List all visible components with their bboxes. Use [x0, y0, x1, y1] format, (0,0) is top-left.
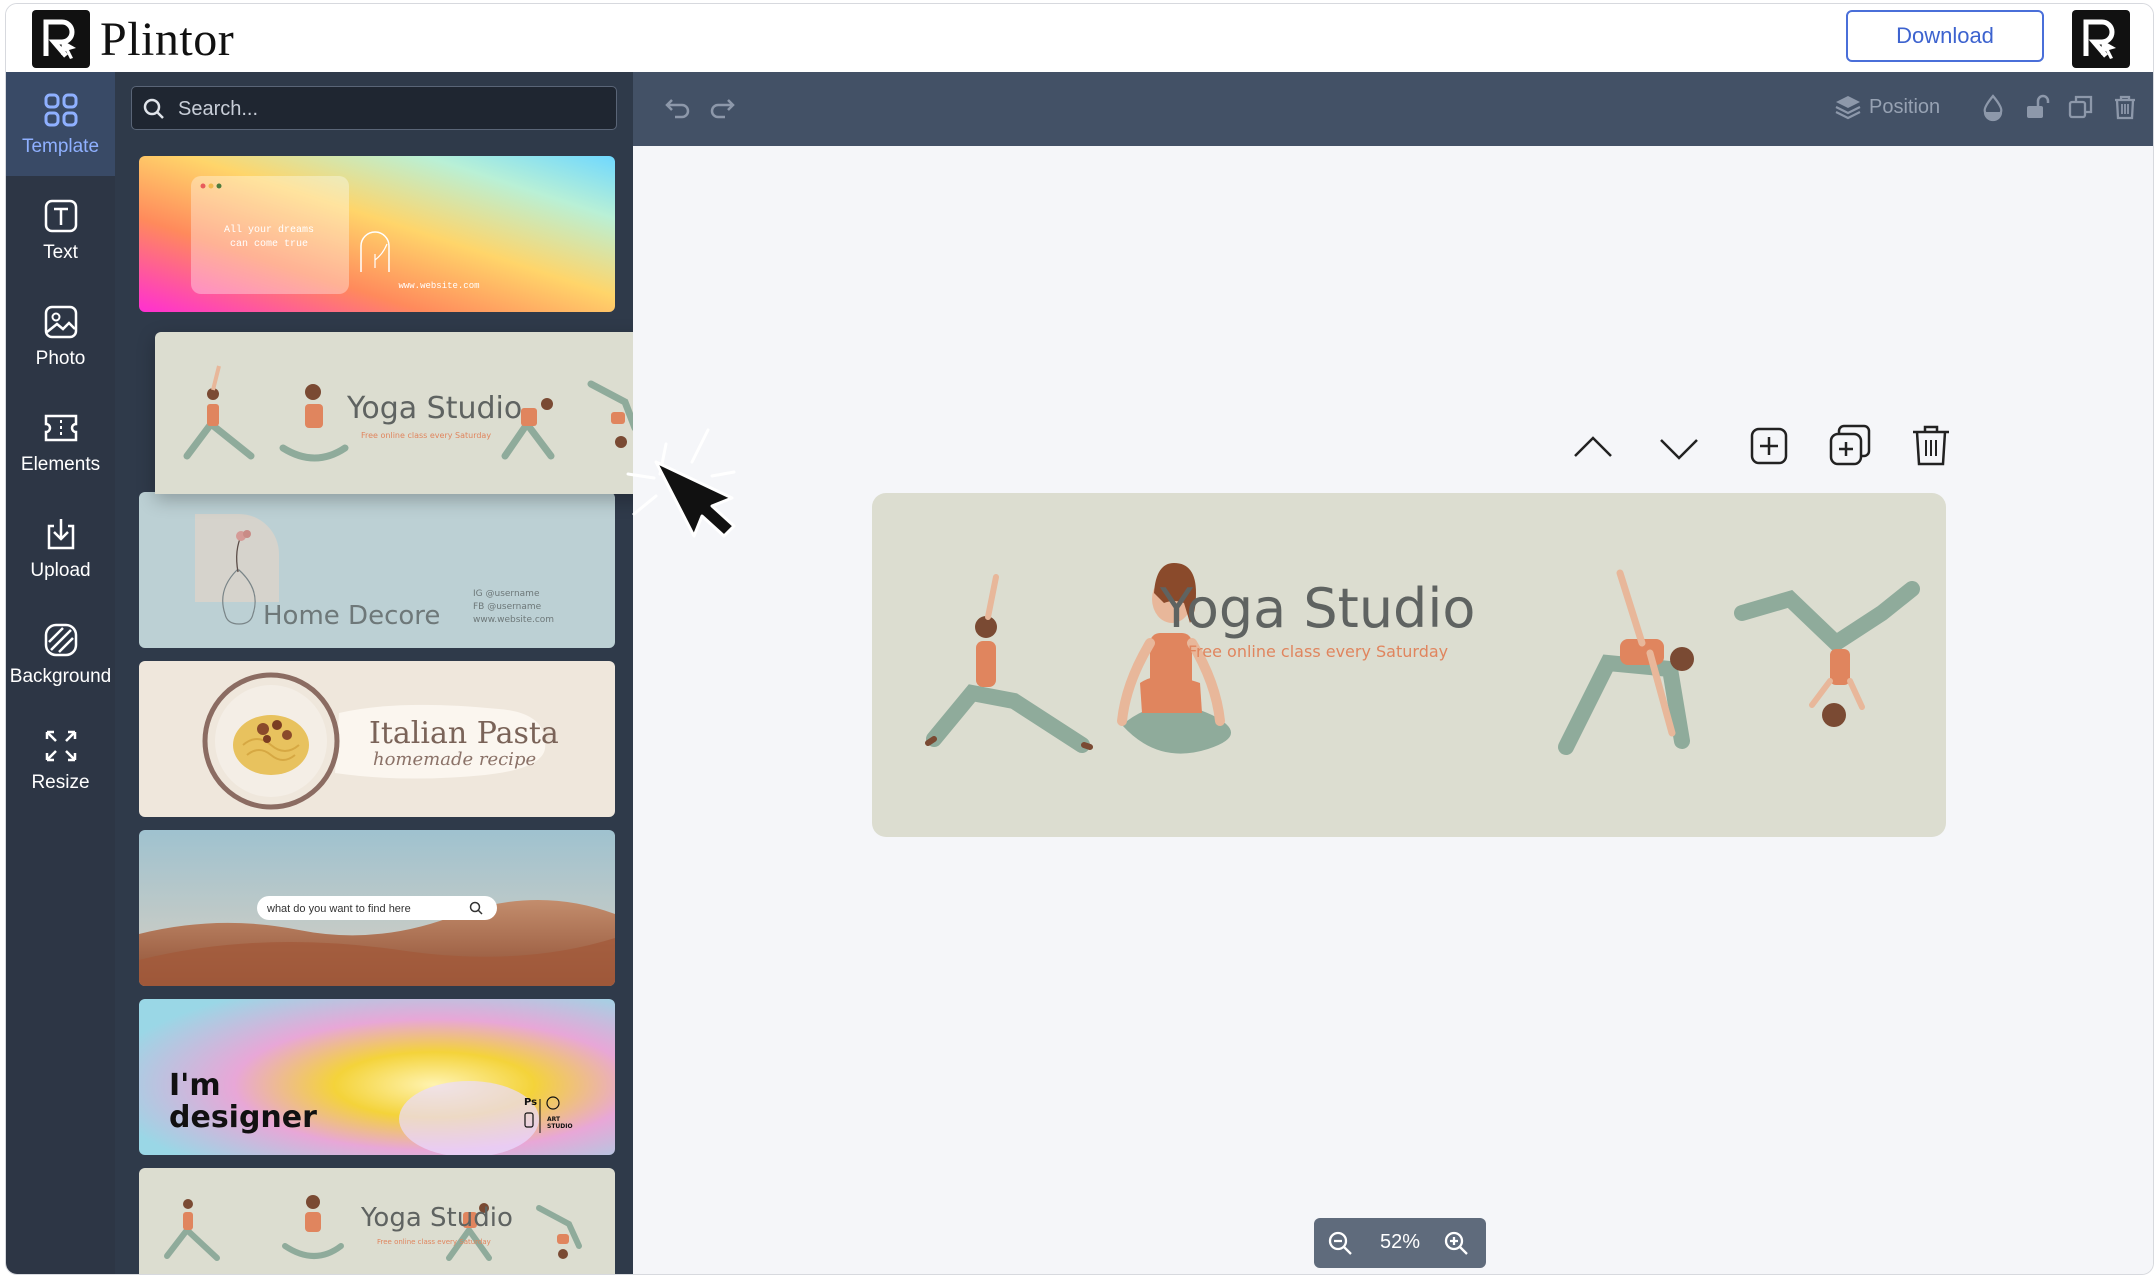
template-text: All your dreams — [224, 224, 314, 236]
redo-icon — [710, 99, 735, 119]
template-text: FB @username — [473, 602, 542, 612]
template-text: what do you want to find here — [266, 903, 411, 915]
yoga-figure-headstand — [1734, 581, 1920, 727]
account-logo-icon[interactable] — [2072, 10, 2130, 68]
undo-icon — [665, 99, 690, 119]
move-down-button[interactable] — [1657, 426, 1701, 475]
rail-item-background[interactable]: Background — [6, 602, 115, 702]
chevron-up-icon — [1574, 436, 1612, 457]
grid-icon — [44, 93, 77, 127]
duplicate-page-button[interactable] — [1827, 422, 1873, 473]
download-button[interactable]: Download — [1846, 10, 2044, 62]
template-text: www.website.com — [473, 615, 554, 625]
template-text: Free online class every Saturday — [361, 431, 491, 440]
zoom-in-icon — [1444, 1231, 1468, 1255]
move-up-button[interactable] — [1571, 426, 1615, 475]
app-window: Plintor Download Template Text Photo Ele… — [5, 3, 2154, 1275]
template-yoga-studio-hover[interactable]: Yoga Studio Free online class every Satu… — [155, 332, 681, 494]
duplicate-button[interactable] — [2066, 92, 2096, 126]
droplet-icon — [1983, 94, 2003, 122]
lock-button[interactable] — [2022, 92, 2052, 126]
rail-label: Upload — [30, 560, 91, 581]
rail-label: Text — [43, 242, 78, 263]
rail-item-resize[interactable]: Resize — [6, 708, 115, 808]
layers-icon — [1835, 96, 1861, 120]
template-italian-pasta[interactable]: Italian Pasta homemade recipe — [139, 661, 615, 817]
position-button[interactable]: Position — [1833, 92, 1963, 126]
rail-label: Background — [9, 666, 112, 687]
template-text: Yoga Studio — [346, 391, 522, 426]
rail-item-upload[interactable]: Upload — [6, 496, 115, 596]
template-text: Ps — [524, 1097, 537, 1108]
delete-page-button[interactable] — [1909, 422, 1953, 473]
unlock-icon — [2027, 94, 2050, 118]
rail-item-template[interactable]: Template — [6, 72, 115, 176]
template-text: I'm — [169, 1068, 221, 1103]
template-text: STUDIO — [547, 1123, 573, 1130]
rail-label: Resize — [31, 772, 90, 793]
upload-icon — [47, 519, 74, 550]
zoom-out-button[interactable] — [1326, 1229, 1354, 1262]
template-text: homemade recipe — [373, 749, 536, 770]
template-designer[interactable]: I'm designer Ps ART STUDIO — [139, 999, 615, 1155]
chevron-down-icon — [1660, 439, 1698, 460]
canvas-subtitle[interactable]: Free online class every Saturday — [1188, 642, 1448, 661]
template-text: ART — [547, 1116, 561, 1123]
template-home-decore[interactable]: Home Decore IG @username FB @username ww… — [139, 492, 615, 648]
template-text: Free online class every Saturday — [377, 1238, 491, 1246]
design-canvas-yoga-studio[interactable]: Yoga Studio Free online class every Satu… — [872, 493, 1946, 837]
trash-page-icon — [1913, 425, 1949, 466]
add-page-button[interactable] — [1747, 424, 1791, 473]
rail-label: Elements — [20, 454, 101, 475]
template-yoga-studio-2[interactable]: Yoga Studio Free online class every Satu… — [139, 1168, 615, 1274]
trash-icon — [2115, 95, 2135, 120]
tool-rail: Template Text Photo Elements Upload Back… — [6, 72, 115, 1274]
template-text: Home Decore — [263, 601, 440, 631]
elements-icon — [44, 414, 77, 442]
background-icon — [44, 623, 77, 657]
yoga-figure-triangle — [1558, 569, 1694, 755]
template-text: designer — [169, 1100, 317, 1135]
template-text: Italian Pasta — [369, 716, 559, 751]
duplicate-icon — [2068, 95, 2093, 119]
plintor-logo-icon[interactable] — [32, 10, 90, 68]
search-input[interactable] — [176, 93, 610, 125]
template-desert-search[interactable]: what do you want to find here — [139, 830, 615, 986]
rail-label: Template — [21, 136, 100, 157]
top-bar: Plintor Download — [6, 4, 2153, 73]
rail-label: Photo — [35, 348, 86, 369]
image-icon — [44, 305, 77, 339]
redo-button[interactable] — [707, 92, 737, 126]
canvas-area: Yoga Studio Free online class every Satu… — [633, 146, 2153, 1274]
rail-item-elements[interactable]: Elements — [6, 390, 115, 490]
zoom-control: 52% — [1314, 1218, 1486, 1268]
position-label: Position — [1869, 96, 1941, 118]
add-square-icon — [1750, 427, 1788, 465]
duplicate-page-icon — [1829, 424, 1871, 466]
template-text: can come true — [230, 239, 308, 250]
undo-button[interactable] — [663, 92, 693, 126]
canvas-title[interactable]: Yoga Studio — [1159, 577, 1475, 640]
delete-button[interactable] — [2110, 92, 2140, 126]
yoga-figure-warrior — [925, 574, 1093, 753]
rail-item-photo[interactable]: Photo — [6, 284, 115, 384]
app-name: Plintor — [100, 13, 235, 66]
search-icon — [143, 98, 164, 119]
search-box — [131, 86, 617, 130]
zoom-value: 52% — [1379, 1231, 1421, 1253]
transparency-button[interactable] — [1978, 92, 2008, 126]
zoom-in-button[interactable] — [1442, 1229, 1470, 1262]
text-icon — [44, 199, 77, 233]
template-text: www.website.com — [398, 281, 479, 291]
zoom-out-icon — [1328, 1231, 1352, 1255]
template-gradient-dreams[interactable]: All your dreams can come true www.websit… — [139, 156, 615, 312]
template-text: Yoga Studio — [360, 1203, 513, 1233]
pointer-cursor-icon — [626, 414, 736, 559]
resize-icon — [45, 730, 76, 762]
rail-item-text[interactable]: Text — [6, 178, 115, 278]
template-panel: All your dreams can come true www.websit… — [115, 72, 633, 1274]
template-text: IG @username — [473, 589, 540, 599]
editor-toolbar: Position — [633, 72, 2153, 146]
